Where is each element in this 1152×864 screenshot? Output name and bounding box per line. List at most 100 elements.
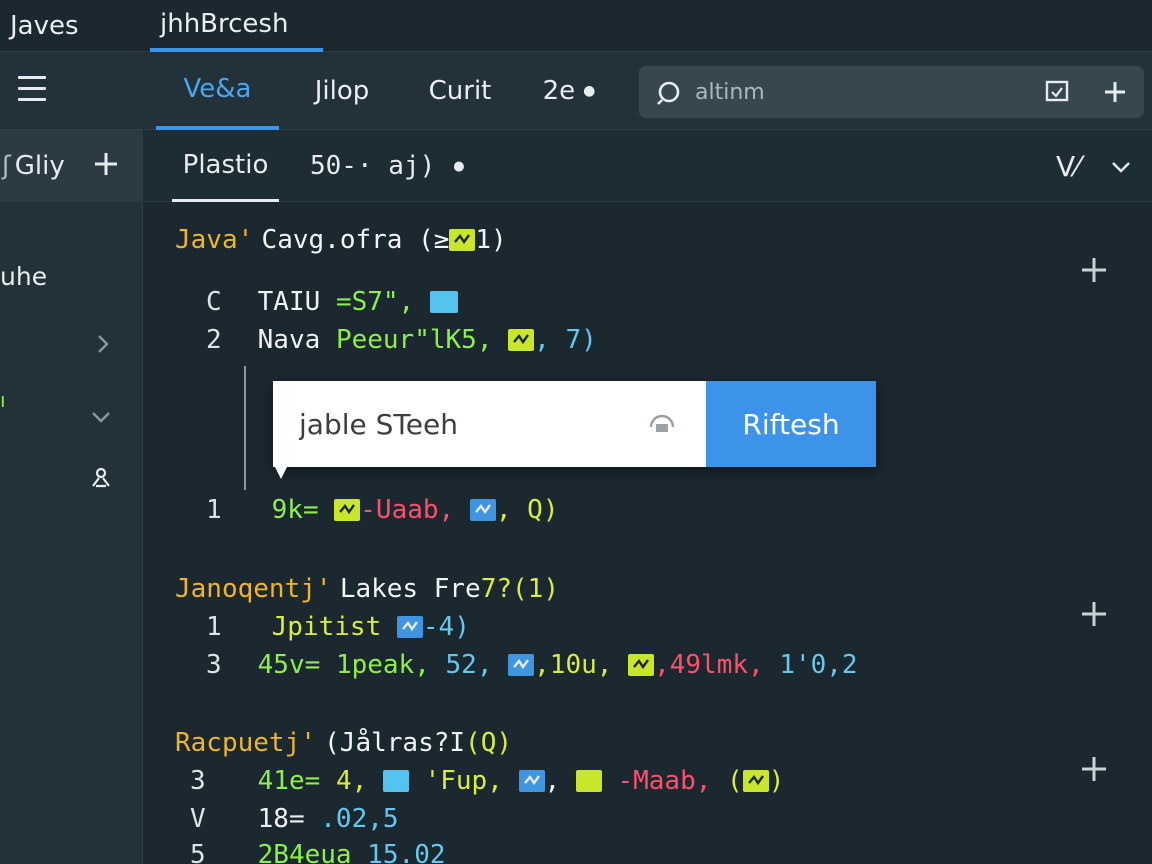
chevron-right-icon[interactable] xyxy=(92,333,114,355)
code-token: ) xyxy=(768,766,785,796)
sidebar-item-label: uhe xyxy=(0,262,48,291)
code-token: 18= xyxy=(257,804,305,834)
section-title-end: (Q) xyxy=(465,728,513,758)
check-tag-icon xyxy=(508,654,535,676)
folder-icon xyxy=(382,770,409,792)
code-token: 2B4eua xyxy=(257,840,352,864)
code-line: C TAIU =S7", xyxy=(206,287,458,317)
line-number: 1 xyxy=(206,612,222,642)
code-token: ,10u, xyxy=(534,650,613,680)
editor-tab-bar: Plastio 50-· aj) ● V⁄ xyxy=(144,130,1152,202)
line-number: 5 xyxy=(190,840,206,864)
code-token: , Q) xyxy=(495,495,559,525)
tab-curit[interactable]: Curit xyxy=(420,52,500,130)
section-keyword: Java' xyxy=(175,225,254,255)
code-token: 15.02 xyxy=(367,840,446,864)
sidebar-item-uhe[interactable]: uhe xyxy=(0,262,47,291)
refresh-button[interactable]: Riftesh xyxy=(706,381,876,467)
line-number: 1 xyxy=(206,495,222,525)
add-section-icon[interactable] xyxy=(1081,257,1107,283)
check-tag-icon xyxy=(628,654,655,676)
grid-tag-icon xyxy=(575,770,602,792)
sidebar-item-label: ı xyxy=(0,388,6,412)
editor-filter-toggle[interactable]: V⁄ xyxy=(1056,130,1080,202)
sidebar-header: ʃ Gliy xyxy=(0,130,143,202)
left-sidebar: ʃ Gliy uhe ı xyxy=(0,130,143,864)
bookmark-icon[interactable] xyxy=(1043,78,1071,106)
section-heading: Racpuetj' (Jålras?I(Q) xyxy=(175,728,512,758)
line-number: V xyxy=(190,804,206,834)
code-token: =S7", xyxy=(335,287,415,317)
search-icon xyxy=(657,81,680,105)
tab-vea[interactable]: Ve&a xyxy=(156,52,279,130)
code-line: 5 2B4eua 15.02 xyxy=(190,840,446,864)
code-token: Nava xyxy=(257,325,321,355)
code-line: 3 41e= 4, 'Fup, , -Maab, () xyxy=(190,766,784,796)
check-tag-icon xyxy=(334,499,361,521)
tab-label: Curit xyxy=(428,76,492,106)
section-heading: Janoqentj' Lakes Fre7?(1) xyxy=(175,574,559,604)
line-number: 2 xyxy=(206,325,222,355)
code-token: ,49lmk, xyxy=(654,650,764,680)
reset-icon[interactable] xyxy=(645,409,679,439)
code-token: ( xyxy=(727,766,743,796)
tab-dot-icon: ● xyxy=(453,158,465,174)
editor-tab-second[interactable]: 50-· aj) ● xyxy=(310,130,465,202)
chevron-down-icon[interactable] xyxy=(90,406,112,428)
code-token: 9k= xyxy=(271,495,319,525)
code-token: -Maab, xyxy=(617,766,712,796)
check-tag-icon xyxy=(508,329,535,351)
line-number: C xyxy=(206,287,222,317)
folder-icon xyxy=(429,291,458,313)
code-token: Jpitist xyxy=(271,612,382,642)
tab-label: 2e xyxy=(542,76,576,106)
window-tab-javes[interactable]: Javes xyxy=(0,0,89,52)
code-line: 1 Jpitist -4) xyxy=(206,612,470,642)
code-line: 2 Nava Peeur"lK5, , 7) xyxy=(206,325,597,355)
code-line: 1 9k= -Uaab, , Q) xyxy=(206,495,558,525)
sidebar-header-label: Gliy xyxy=(14,151,65,181)
sidebar-add-icon[interactable] xyxy=(94,152,118,176)
code-token: 1peak, xyxy=(335,650,430,680)
filter-icon: V⁄ xyxy=(1056,149,1080,183)
code-token: TAIU xyxy=(257,287,321,317)
code-token: Peeur"lK5, xyxy=(335,325,493,355)
rename-input[interactable] xyxy=(299,403,629,445)
section-keyword: Janoqentj' xyxy=(175,574,332,604)
code-token: 45v= xyxy=(257,650,321,680)
hamburger-menu-icon[interactable] xyxy=(18,76,46,102)
check-tag-icon xyxy=(742,770,769,792)
code-line: V 18= .02,5 xyxy=(190,804,399,834)
indent-guide xyxy=(244,366,246,490)
code-token: 4, xyxy=(335,766,368,796)
add-icon[interactable] xyxy=(1101,78,1129,106)
window-tab-active[interactable]: jhhBrcesh xyxy=(150,0,323,52)
editor-tab-plastio[interactable]: Plastio xyxy=(172,130,279,202)
chevron-down-icon[interactable] xyxy=(1110,156,1132,178)
code-token: 52, xyxy=(445,650,493,680)
search-input[interactable] xyxy=(695,76,1055,108)
section-title: Cavg.ofra (≥ xyxy=(261,225,450,255)
popup-pointer xyxy=(275,467,287,479)
code-token: , xyxy=(544,766,561,796)
line-number: 3 xyxy=(206,650,222,680)
window-tab-label: jhhBrcesh xyxy=(160,9,289,39)
add-section-icon[interactable] xyxy=(1081,601,1107,627)
line-number: 3 xyxy=(190,766,206,796)
code-token: -Uaab, xyxy=(360,495,455,525)
code-token: 'Fup, xyxy=(424,766,503,796)
user-icon[interactable] xyxy=(90,466,112,488)
tab-jilop[interactable]: Jilop xyxy=(300,52,384,130)
editor-tab-label: Plastio xyxy=(182,149,269,180)
add-section-icon[interactable] xyxy=(1081,756,1107,782)
editor-tab-label: 50-· aj) xyxy=(310,151,436,181)
code-token: 41e= xyxy=(257,766,321,796)
tab-dot-icon: ● xyxy=(583,83,596,99)
sidebar-item-marker[interactable]: ı xyxy=(0,388,6,412)
tab-label: Ve&a xyxy=(183,74,252,104)
tab-2e[interactable]: 2e ● xyxy=(534,52,604,130)
window-tab-label: Javes xyxy=(10,11,79,41)
code-token: , 7) xyxy=(534,325,597,355)
sidebar-header-marker-icon: ʃ xyxy=(2,151,11,181)
section-heading: Java' Cavg.ofra (≥ 1) xyxy=(175,225,507,255)
